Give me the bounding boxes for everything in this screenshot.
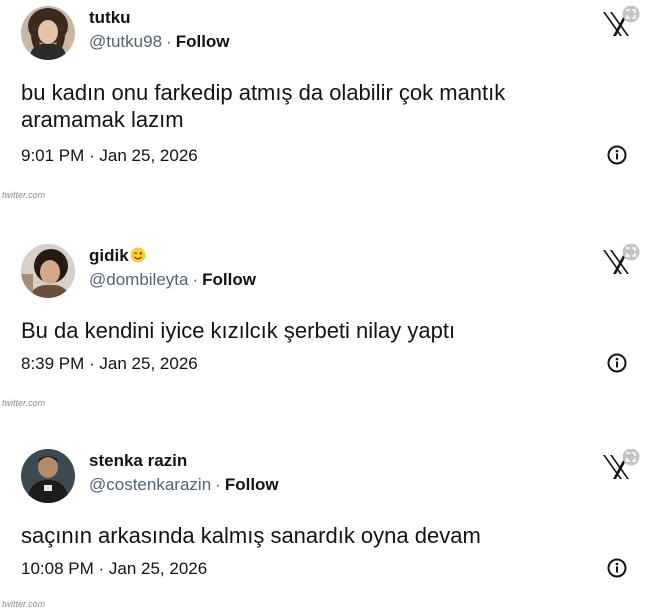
avatar-photo-icon — [21, 6, 75, 60]
display-name-text: gidik — [89, 246, 129, 265]
expand-badge-icon — [622, 244, 640, 261]
display-name[interactable]: gidik — [89, 246, 146, 266]
tweet-date: Jan 25, 2026 — [99, 146, 198, 165]
separator: · — [166, 32, 172, 51]
source-label: twitter.com — [2, 398, 46, 408]
display-name[interactable]: tutku — [89, 8, 131, 28]
x-logo-icon[interactable] — [601, 6, 643, 40]
follow-button[interactable]: Follow — [225, 475, 279, 494]
tweet-timestamp[interactable]: 9:01 PM · Jan 25, 2026 — [21, 146, 198, 166]
tweet-card: gidik @dombileyta · Follow Bu da kendini i… — [0, 244, 650, 414]
handle[interactable]: @tutku98 — [89, 32, 162, 51]
follow-button[interactable]: Follow — [176, 32, 230, 51]
avatar-photo-icon — [21, 244, 75, 298]
handle[interactable]: @costenkarazin — [89, 475, 211, 494]
separator: · — [192, 270, 199, 289]
display-name[interactable]: stenka razin — [89, 451, 187, 471]
info-icon[interactable] — [606, 557, 628, 579]
x-logo-icon[interactable] — [601, 449, 643, 483]
handle[interactable]: @dombileyta — [89, 270, 188, 289]
tweet-text: bu kadın onu farkedip atmış da olabilir … — [21, 80, 506, 132]
tweet-text: Bu da kendini iyice kızılcık şerbeti nil… — [21, 318, 456, 343]
x-logo-icon[interactable] — [601, 244, 643, 278]
winking-face-emoji-icon — [130, 247, 146, 263]
tweet-timestamp[interactable]: 10:08 PM · Jan 25, 2026 — [21, 559, 207, 579]
handle-line: @dombileyta · Follow — [89, 270, 256, 290]
avatar[interactable] — [21, 6, 75, 60]
tweet-time: 10:08 PM — [21, 559, 94, 578]
handle-line: @costenkarazin · Follow — [89, 475, 279, 495]
info-icon[interactable] — [606, 352, 628, 374]
tweet-date: Jan 25, 2026 — [99, 354, 198, 373]
tweet-card: tutku @tutku98 · Follow bu kadın onu farke… — [0, 6, 650, 200]
info-icon[interactable] — [606, 144, 628, 166]
tweet-time: 9:01 PM — [21, 146, 85, 165]
tweet-date: Jan 25, 2026 — [108, 559, 208, 578]
source-label: twitter.com — [2, 599, 46, 609]
avatar[interactable] — [21, 244, 75, 298]
avatar-photo-icon — [21, 449, 75, 503]
tweet-timestamp[interactable]: 8:39 PM · Jan 25, 2026 — [21, 354, 198, 374]
source-label: twitter.com — [2, 190, 46, 200]
tweet-time: 8:39 PM — [21, 354, 85, 373]
separator: · — [215, 475, 221, 494]
tweet-text: saçının arkasında kalmış sanardık oyna d… — [21, 523, 481, 548]
expand-badge-icon — [622, 6, 640, 23]
avatar[interactable] — [21, 449, 75, 503]
follow-button[interactable]: Follow — [202, 270, 256, 289]
tweet-card: stenka razin @costenkarazin · Follow saçın… — [0, 449, 650, 609]
expand-badge-icon — [622, 449, 640, 466]
handle-line: @tutku98 · Follow — [89, 32, 230, 52]
